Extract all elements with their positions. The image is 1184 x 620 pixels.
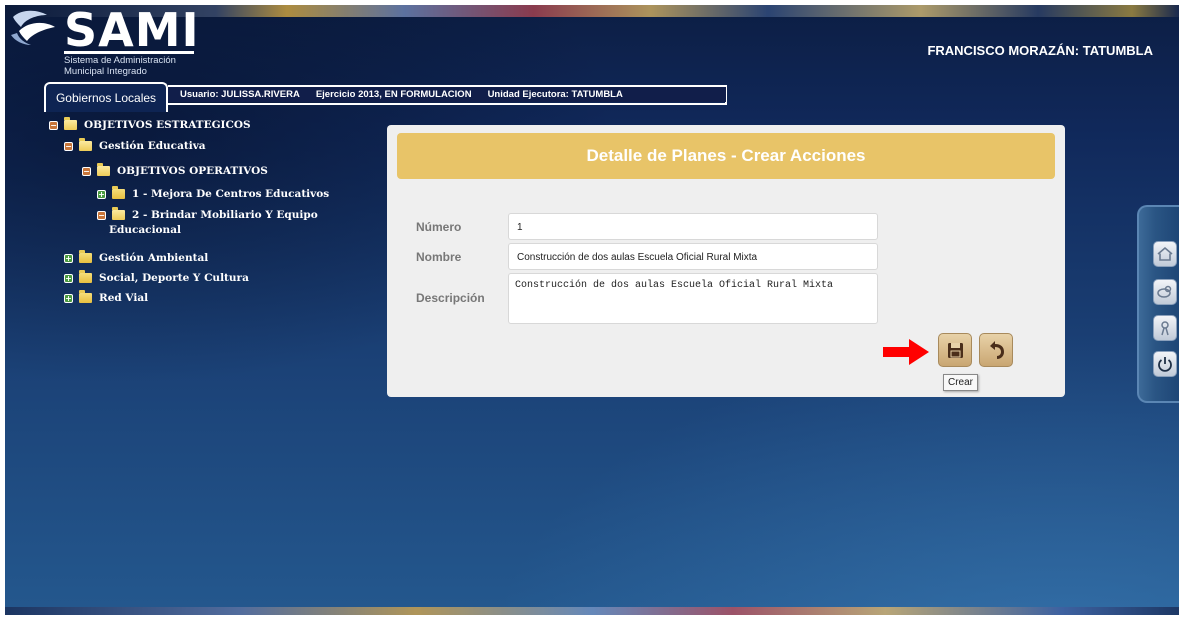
descripcion-textarea[interactable]: Construcción de dos aulas Escuela Oficia… [508, 273, 878, 324]
expand-icon[interactable]: + [64, 273, 73, 283]
logo-subtitle-line2: Municipal Integrado [64, 66, 147, 77]
folder-open-icon [64, 117, 77, 130]
red-arrow-pointer-icon [883, 339, 929, 365]
collapse-icon[interactable]: − [97, 210, 106, 220]
tree-node-brindar-mobiliario[interactable]: − 2 - Brindar Mobiliario Y Equipo [97, 207, 318, 221]
tree-node-label: Educacional [109, 224, 181, 236]
folder-icon [79, 290, 92, 303]
key-icon [1157, 285, 1172, 298]
tree-node-label: 1 - Mejora De Centros Educativos [132, 188, 330, 200]
user-info: Usuario: JULISSA.RIVERA [180, 89, 300, 100]
expand-icon[interactable]: + [64, 293, 73, 303]
tree-node-red-vial[interactable]: + Red Vial [64, 290, 149, 304]
app-window: SAMI Sistema de Administración Municipal… [5, 5, 1179, 615]
panel-title: Detalle de Planes - Crear Acciones [397, 133, 1055, 179]
region-title: FRANCISCO MORAZÁN: TATUMBLA [927, 43, 1153, 58]
tree-node-label: Gestión Educativa [99, 140, 206, 152]
folder-icon [79, 270, 92, 283]
sami-logo-icon [11, 10, 55, 45]
folder-icon [112, 186, 125, 199]
session-info-bar: Usuario: JULISSA.RIVERA Ejercicio 2013, … [168, 85, 726, 102]
tree-node-objetivos-estrategicos[interactable]: − OBJETIVOS ESTRATEGICOS [49, 117, 251, 131]
folder-open-icon [97, 163, 110, 176]
tree-node-objetivos-operativos[interactable]: − OBJETIVOS OPERATIVOS [82, 163, 268, 177]
expand-icon[interactable]: + [64, 253, 73, 263]
nombre-label: Nombre [416, 250, 462, 264]
tree-node-gestion-ambiental[interactable]: + Gestión Ambiental [64, 250, 209, 264]
logo-subtitle-line1: Sistema de Administración [64, 55, 176, 66]
logo-title: SAMI [64, 5, 200, 57]
tree-node-label: OBJETIVOS ESTRATEGICOS [84, 119, 251, 131]
tree-node-label: 2 - Brindar Mobiliario Y Equipo [132, 209, 318, 221]
collapse-icon[interactable]: − [64, 141, 73, 151]
numero-field[interactable]: 1 [508, 213, 878, 240]
save-tooltip: Crear [943, 374, 979, 391]
tree-node-mejora-centros[interactable]: + 1 - Mejora De Centros Educativos [97, 186, 330, 200]
undo-arrow-icon [990, 341, 1004, 359]
nombre-field[interactable]: Construcción de dos aulas Escuela Oficia… [508, 243, 878, 270]
tree-node-social-deporte[interactable]: + Social, Deporte Y Cultura [64, 270, 249, 284]
tree-node-label: Red Vial [99, 292, 149, 304]
floppy-disk-icon [948, 343, 963, 358]
tree-node-label: OBJETIVOS OPERATIVOS [117, 165, 268, 177]
tree-node-label: Gestión Ambiental [99, 252, 209, 264]
descripcion-label: Descripción [416, 291, 485, 305]
tree-node-label: Social, Deporte Y Cultura [99, 272, 249, 284]
home-button[interactable] [1153, 241, 1177, 267]
logout-button[interactable] [1153, 351, 1177, 377]
save-button[interactable] [938, 333, 972, 367]
folder-icon [79, 250, 92, 263]
footer-banner-strip [5, 607, 1179, 615]
power-icon [1158, 357, 1172, 372]
logo-subtitle: Sistema de Administración Municipal Inte… [64, 55, 176, 77]
home-icon [1157, 246, 1173, 261]
tree-node-gestion-educativa[interactable]: − Gestión Educativa [64, 138, 206, 152]
fiscal-year-info: Ejercicio 2013, EN FORMULACION [315, 89, 472, 100]
undo-button[interactable] [979, 333, 1013, 367]
user-icon [1161, 321, 1169, 336]
sami-logo: SAMI Sistema de Administración Municipal… [7, 5, 207, 87]
logo-underline [64, 51, 194, 54]
expand-icon[interactable]: + [97, 189, 106, 199]
collapse-icon[interactable]: − [49, 120, 58, 130]
folder-open-icon [112, 207, 125, 220]
detail-panel: Detalle de Planes - Crear Acciones Númer… [387, 125, 1065, 397]
collapse-icon[interactable]: − [82, 166, 91, 176]
user-profile-button[interactable] [1153, 315, 1177, 341]
folder-open-icon [79, 138, 92, 151]
tree-node-brindar-mobiliario-continued[interactable]: Educacional [109, 224, 181, 236]
numero-label: Número [416, 220, 462, 234]
keys-button[interactable] [1153, 279, 1177, 305]
side-toolbar [1137, 205, 1179, 403]
executing-unit-info: Unidad Ejecutora: TATUMBLA [487, 89, 623, 100]
tab-gobiernos-locales[interactable]: Gobiernos Locales [44, 82, 168, 112]
